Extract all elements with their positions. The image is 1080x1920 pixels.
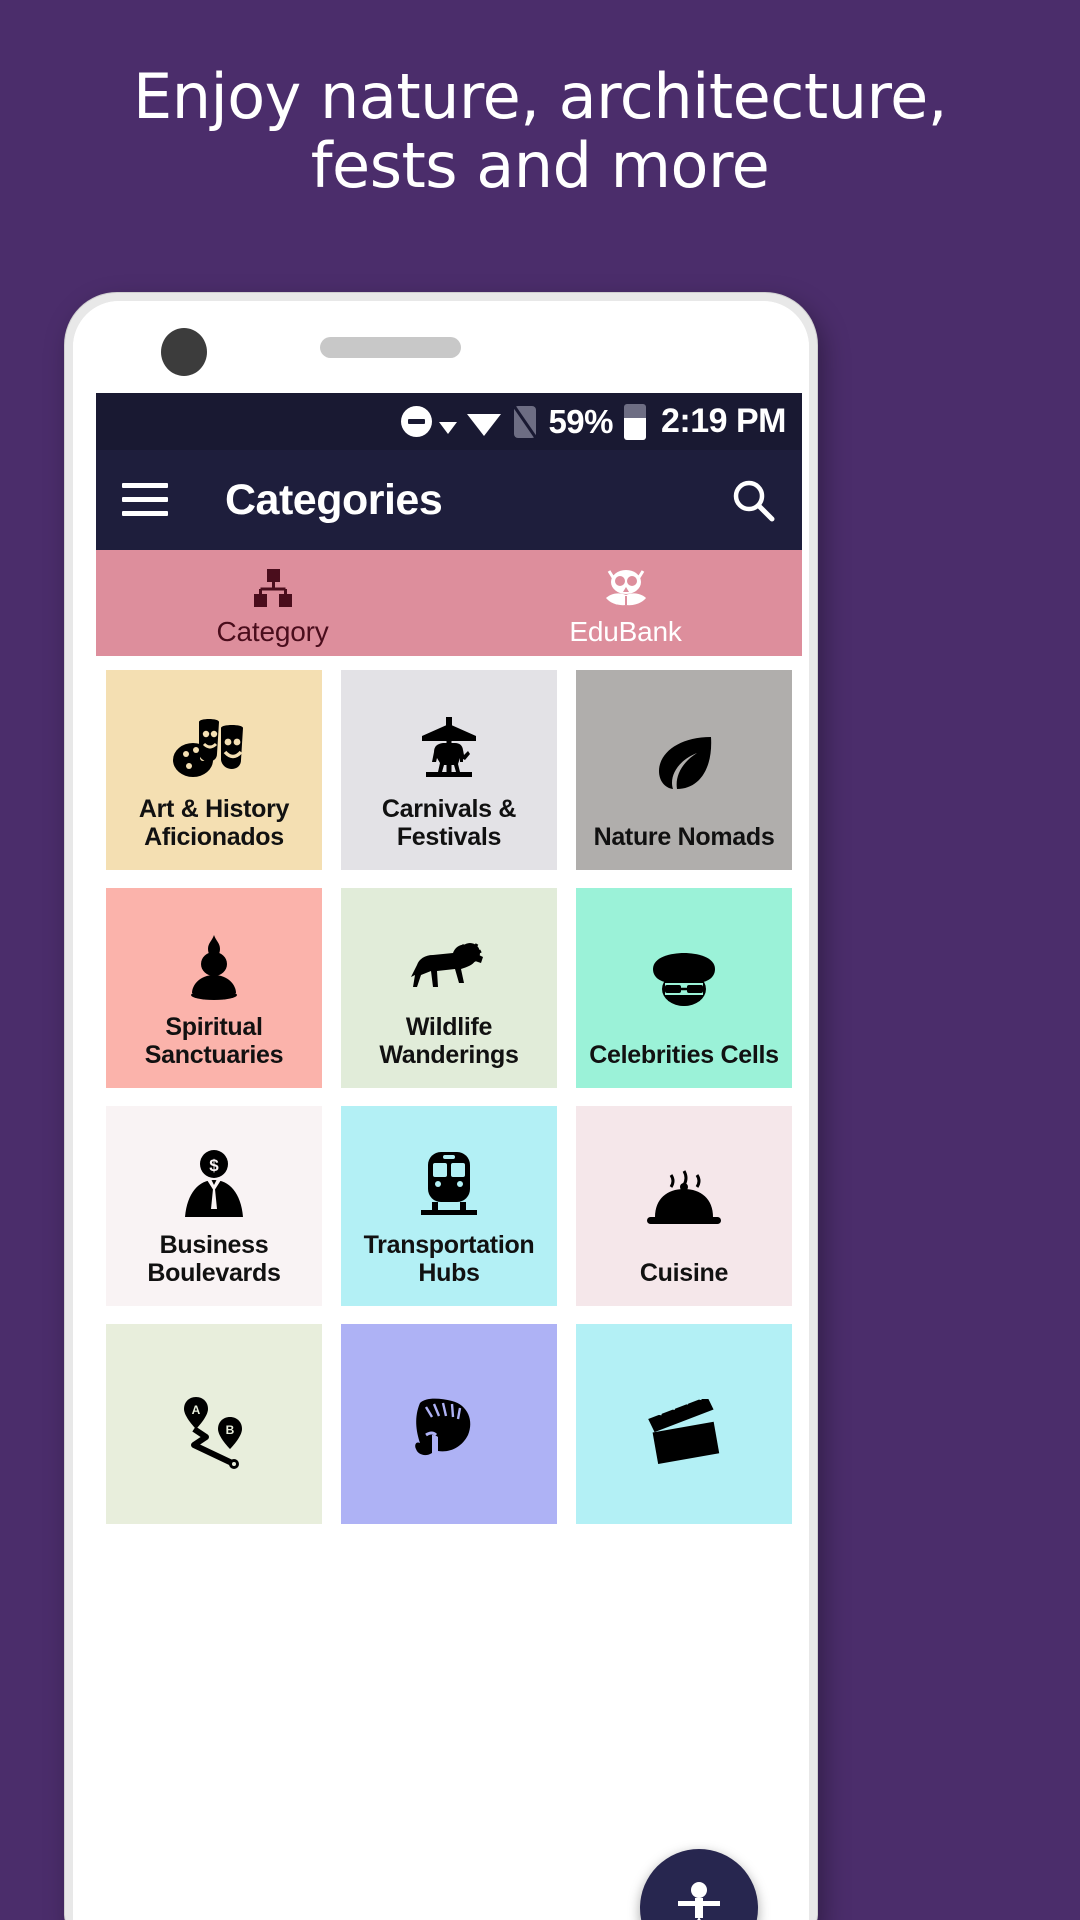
tile-label: Nature Nomads <box>593 823 775 852</box>
category-grid-wrapper: Art & History Aficionados Carnivals & Fe… <box>96 656 802 1920</box>
celebrity-icon <box>647 922 721 1041</box>
owl-book-icon <box>601 566 651 612</box>
tile-celebrities-cells[interactable]: Celebrities Cells <box>576 888 792 1088</box>
phone-top-bezel <box>73 301 809 385</box>
tile-label: Business Boulevards <box>147 1230 281 1288</box>
svg-text:B: B <box>226 1423 235 1437</box>
category-grid: Art & History Aficionados Carnivals & Fe… <box>96 656 802 1524</box>
clapperboard-icon <box>645 1358 723 1506</box>
tile-art-history-aficionados[interactable]: Art & History Aficionados <box>106 670 322 870</box>
tab-label-category: Category <box>216 616 329 647</box>
clock-label: 2:19 PM <box>661 402 787 440</box>
earpiece-speaker <box>320 337 461 358</box>
status-bar: 59% 2:19 PM <box>96 393 802 450</box>
spartan-helmet-icon <box>410 1358 488 1506</box>
hamburger-menu-icon[interactable] <box>122 483 168 517</box>
train-icon <box>419 1140 479 1231</box>
phone-inner-frame: 59% 2:19 PM Categories Category EduBank … <box>73 301 809 1920</box>
businessman-icon: $ <box>183 1140 245 1231</box>
lion-icon <box>407 922 491 1013</box>
battery-icon <box>624 403 646 440</box>
buddha-icon <box>182 922 246 1013</box>
promo-heading: Enjoy nature, architecture, fests and mo… <box>0 62 1080 201</box>
promo-line-2: fests and more <box>310 129 770 203</box>
tab-label-edubank: EduBank <box>569 616 682 647</box>
tile-business-boulevards[interactable]: $ Business Boulevards <box>106 1106 322 1306</box>
no-sim-icon <box>513 404 538 439</box>
tile-label: Wildlife Wanderings <box>379 1012 519 1070</box>
tile-label: Celebrities Cells <box>589 1041 779 1070</box>
app-bar: Categories <box>96 450 802 550</box>
promo-line-1: Enjoy nature, architecture, <box>133 60 947 133</box>
svg-text:$: $ <box>209 1156 219 1175</box>
tile-label: Carnivals & Festivals <box>381 794 517 852</box>
floating-action-button[interactable] <box>640 1849 758 1920</box>
tile-spiritual-sanctuaries[interactable]: Spiritual Sanctuaries <box>106 888 322 1088</box>
tile-wildlife-wanderings[interactable]: Wildlife Wanderings <box>341 888 557 1088</box>
route-pins-icon: A B <box>174 1358 254 1506</box>
battery-percent-label: 59% <box>548 402 613 440</box>
phone-screen: 59% 2:19 PM Categories Category EduBank … <box>96 393 802 1920</box>
food-cloche-icon <box>645 1140 723 1259</box>
tab-edubank[interactable]: EduBank <box>449 550 802 656</box>
tile-carnivals-festivals[interactable]: Carnivals & Festivals <box>341 670 557 870</box>
leaf-icon <box>651 704 717 823</box>
carousel-icon <box>414 704 484 795</box>
tile-label: Cuisine <box>639 1259 729 1288</box>
tile-spartan-helmet[interactable] <box>341 1324 557 1524</box>
page-title: Categories <box>225 475 443 524</box>
theatre-masks-palette-icon <box>171 704 257 795</box>
tile-clapperboard[interactable] <box>576 1324 792 1524</box>
tab-bar: Category EduBank <box>96 550 802 656</box>
svg-text:A: A <box>192 1403 201 1417</box>
tab-category[interactable]: Category <box>96 550 449 656</box>
hierarchy-icon <box>251 566 295 612</box>
tile-nature-nomads[interactable]: Nature Nomads <box>576 670 792 870</box>
do-not-disturb-icon <box>401 406 433 437</box>
dropdown-caret-icon <box>439 421 458 434</box>
tile-label: Spiritual Sanctuaries <box>144 1012 284 1070</box>
tile-cuisine[interactable]: Cuisine <box>576 1106 792 1306</box>
tile-label: Art & History Aficionados <box>138 794 290 852</box>
search-icon[interactable] <box>730 477 776 523</box>
wifi-icon <box>467 413 502 436</box>
front-camera-icon <box>161 328 207 376</box>
tile-label: Transportation Hubs <box>363 1230 535 1288</box>
tile-route-pins[interactable]: A B <box>106 1324 322 1524</box>
person-pin-icon <box>678 1882 720 1920</box>
phone-mockup: 59% 2:19 PM Categories Category EduBank … <box>65 293 817 1920</box>
tile-transportation-hubs[interactable]: Transportation Hubs <box>341 1106 557 1306</box>
